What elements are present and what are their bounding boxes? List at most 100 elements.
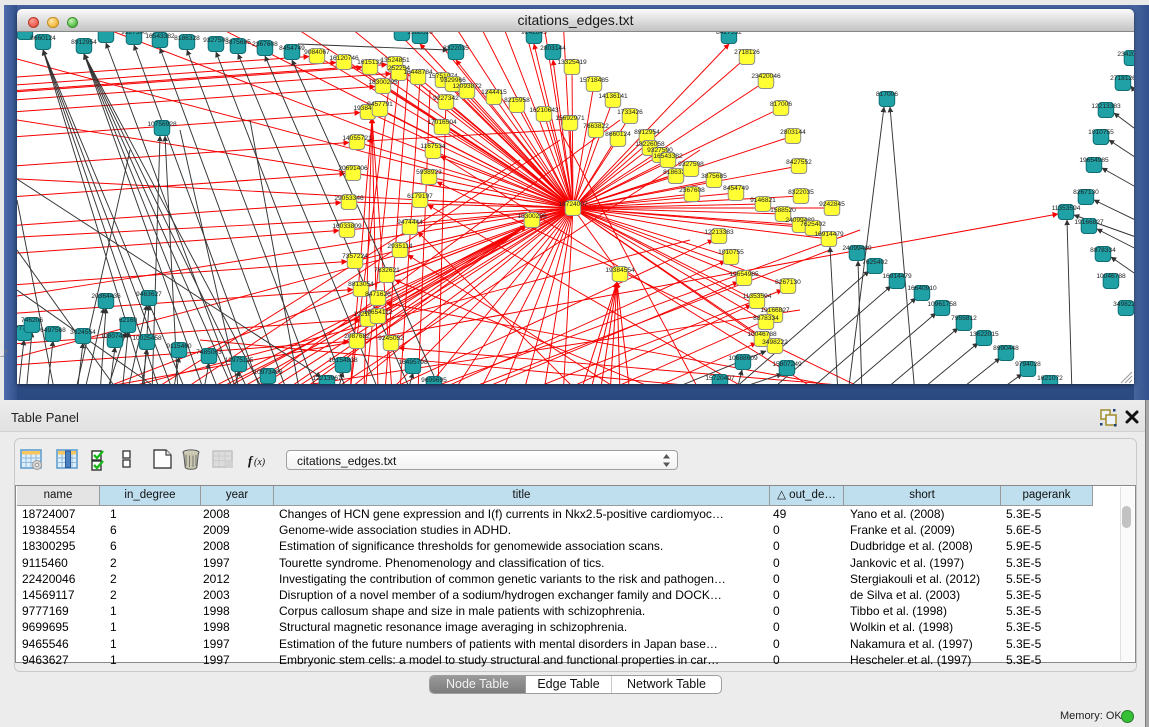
svg-text:9146821: 9146821 <box>750 197 776 204</box>
svg-text:2803144: 2803144 <box>540 45 566 52</box>
svg-text:12213383: 12213383 <box>704 229 734 236</box>
svg-text:1167534: 1167534 <box>420 143 446 150</box>
svg-text:10688609: 10688609 <box>728 355 758 362</box>
svg-text:18724007: 18724007 <box>558 201 588 208</box>
svg-text:11353594: 11353594 <box>1052 205 1081 212</box>
svg-text:7485063: 7485063 <box>196 349 222 356</box>
svg-text:6179197: 6179197 <box>407 193 433 200</box>
svg-text:2367608: 2367608 <box>252 41 278 48</box>
svg-text:5938923: 5938923 <box>416 169 442 176</box>
svg-text:1615132: 1615132 <box>357 59 383 66</box>
svg-text:1010755: 1010755 <box>1088 129 1114 136</box>
svg-text:1010755: 1010755 <box>718 249 744 256</box>
svg-text:8186328: 8186328 <box>174 35 200 42</box>
svg-text:19654985: 19654985 <box>729 271 759 278</box>
svg-text:18300295: 18300295 <box>368 79 398 86</box>
svg-text:15807249: 15807249 <box>772 361 802 368</box>
svg-text:16640910: 16640910 <box>907 285 937 292</box>
svg-text:8912954: 8912954 <box>634 129 660 136</box>
svg-text:8215958: 8215958 <box>504 97 530 104</box>
svg-text:13226058: 13226058 <box>91 32 121 34</box>
svg-text:10807487: 10807487 <box>100 333 130 340</box>
svg-text:15692971: 15692971 <box>555 115 585 122</box>
svg-text:817006: 817006 <box>770 101 792 108</box>
svg-text:16120746: 16120746 <box>329 55 359 62</box>
svg-text:9245052: 9245052 <box>378 335 404 342</box>
svg-text:62160: 62160 <box>119 317 138 324</box>
svg-text:10961758: 10961758 <box>927 301 957 308</box>
svg-text:2803144: 2803144 <box>780 129 806 136</box>
svg-text:2935114: 2935114 <box>387 243 413 250</box>
svg-text:16543382: 16543382 <box>145 33 175 40</box>
svg-text:8990448: 8990448 <box>993 345 1019 352</box>
svg-text:16914479: 16914479 <box>882 273 912 280</box>
svg-text:19166827: 19166827 <box>760 307 790 314</box>
svg-text:9794028: 9794028 <box>1015 361 1041 368</box>
svg-text:19654985: 19654985 <box>1079 157 1109 164</box>
svg-text:9457791: 9457791 <box>367 101 393 108</box>
svg-text:2087682: 2087682 <box>344 333 370 340</box>
svg-text:15718485: 15718485 <box>579 77 609 84</box>
svg-text:7625402: 7625402 <box>862 259 888 266</box>
svg-text:8471626: 8471626 <box>365 291 391 298</box>
svg-text:9463627: 9463627 <box>136 291 162 298</box>
svg-text:12093872: 12093872 <box>452 83 482 90</box>
svg-text:19166827: 19166827 <box>1074 219 1104 226</box>
svg-text:12213967: 12213967 <box>312 375 342 382</box>
svg-text:17016504: 17016504 <box>427 119 457 126</box>
svg-text:9699695: 9699695 <box>421 377 447 384</box>
svg-text:10973493: 10973493 <box>253 369 283 376</box>
svg-text:7357224: 7357224 <box>342 253 368 260</box>
svg-text:10046788: 10046788 <box>747 331 777 338</box>
svg-text:9242845: 9242845 <box>819 201 845 208</box>
svg-text:7663822: 7663822 <box>583 123 609 130</box>
svg-text:8912954: 8912954 <box>71 39 97 46</box>
svg-text:8267130: 8267130 <box>1073 189 1099 196</box>
svg-text:9115460: 9115460 <box>166 343 192 350</box>
svg-text:9227342: 9227342 <box>433 95 459 102</box>
svg-text:2718126: 2718126 <box>1110 75 1134 82</box>
svg-text:20691406: 20691406 <box>338 165 368 172</box>
svg-text:8660124: 8660124 <box>30 35 56 42</box>
svg-text:16210643: 16210643 <box>529 107 559 114</box>
svg-text:12213383: 12213383 <box>1091 103 1121 110</box>
svg-text:3498222: 3498222 <box>1113 301 1134 308</box>
svg-text:8878334: 8878334 <box>753 315 779 322</box>
svg-text:746206: 746206 <box>21 317 43 324</box>
svg-text:19384554: 19384554 <box>605 267 635 274</box>
svg-text:7625402: 7625402 <box>800 221 826 228</box>
svg-text:8427552: 8427552 <box>786 159 812 166</box>
svg-text:7955812: 7955812 <box>951 315 977 322</box>
svg-text:10756928: 10756928 <box>147 121 177 128</box>
svg-text:10046788: 10046788 <box>1096 273 1126 280</box>
svg-text:(x): (x) <box>254 457 266 468</box>
svg-text:14136141: 14136141 <box>598 93 628 100</box>
svg-text:13524851: 13524851 <box>380 57 410 64</box>
svg-text:29053346: 29053346 <box>334 195 364 202</box>
svg-text:15720407: 15720407 <box>705 375 735 382</box>
svg-text:10025458: 10025458 <box>132 335 162 342</box>
svg-text:1588520: 1588520 <box>770 207 796 214</box>
svg-text:3875685: 3875685 <box>225 39 251 46</box>
svg-text:8427552: 8427552 <box>716 32 742 36</box>
svg-text:9084067: 9084067 <box>304 49 330 56</box>
svg-text:12975115: 12975115 <box>225 357 254 364</box>
svg-text:9327500: 9327500 <box>121 32 147 36</box>
svg-text:1244415: 1244415 <box>481 89 507 96</box>
svg-text:8267130: 8267130 <box>775 279 801 286</box>
svg-text:16543382: 16543382 <box>653 153 683 160</box>
svg-text:24099489: 24099489 <box>842 245 872 252</box>
svg-text:3624554: 3624554 <box>70 329 96 336</box>
svg-text:3498222: 3498222 <box>762 339 788 346</box>
svg-text:817006: 817006 <box>876 91 898 98</box>
svg-text:1733426: 1733426 <box>617 109 643 116</box>
svg-text:3875685: 3875685 <box>701 173 727 180</box>
svg-text:1621072: 1621072 <box>1037 375 1063 382</box>
svg-text:13622015: 13622015 <box>969 331 999 338</box>
svg-text:8454749: 8454749 <box>723 185 749 192</box>
svg-text:6497568: 6497568 <box>40 327 66 334</box>
svg-text:2718126: 2718126 <box>734 49 760 56</box>
svg-text:16154838: 16154838 <box>328 357 358 364</box>
svg-text:14055721: 14055721 <box>342 135 372 142</box>
svg-text:9474444: 9474444 <box>397 219 423 226</box>
